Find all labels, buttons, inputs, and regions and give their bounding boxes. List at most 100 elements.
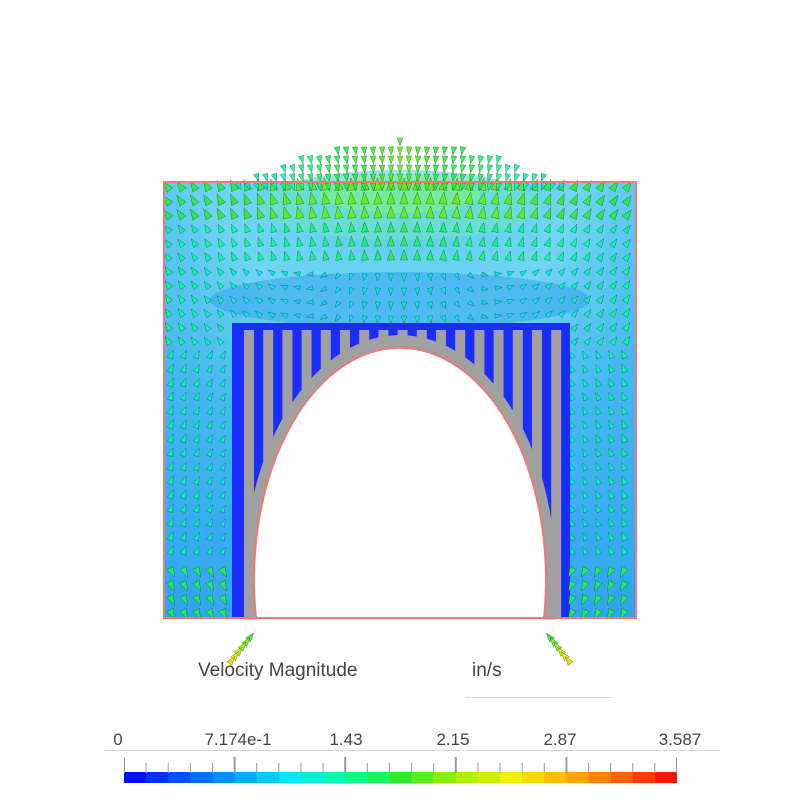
plume-arrow [423, 155, 431, 165]
plume-arrow [423, 146, 431, 156]
plume-arrow [360, 155, 368, 165]
plume-arrow [414, 146, 422, 156]
colorbar-band [500, 772, 523, 783]
plume-arrow [297, 164, 304, 174]
colorbar-band [544, 772, 567, 783]
plume-arrow [514, 172, 521, 183]
colorbar-band [323, 772, 346, 783]
plume-arrow [459, 155, 467, 165]
plume-arrow [487, 155, 494, 165]
plume-arrow [459, 164, 467, 174]
plume-arrow [514, 163, 521, 174]
colorbar-tick-label: 3.587 [658, 730, 702, 749]
colorbar-band [522, 772, 545, 783]
plume-arrow [360, 146, 368, 156]
plume-arrow [405, 155, 413, 165]
plume-arrow [432, 155, 440, 165]
colorbar-tick-label: 0 [113, 730, 123, 749]
plume-arrow [315, 164, 322, 174]
plume-arrow [351, 164, 359, 174]
colorbar-band [566, 772, 590, 783]
plume-arrow [288, 173, 295, 183]
legend-units: in/s [472, 660, 502, 681]
plume-arrow [459, 146, 467, 156]
colorbar-band [433, 772, 457, 783]
plume-arrow [315, 155, 322, 165]
plume-arrow [253, 172, 260, 183]
colorbar-band [477, 772, 501, 783]
plume-arrow [478, 164, 485, 174]
plume-arrow [468, 164, 476, 174]
plume-arrow [333, 164, 341, 174]
plume-arrow [378, 155, 386, 165]
colorbar-band [367, 772, 390, 783]
plume-arrow [450, 164, 458, 174]
colorbar-band [389, 772, 413, 783]
plume-arrow [270, 172, 277, 183]
plume-arrow [279, 172, 286, 183]
plume-arrow [441, 146, 449, 156]
colorbar-band [234, 772, 258, 783]
plume-arrow [540, 172, 547, 183]
colorbar-band [345, 772, 368, 783]
colorbar-tick-label: 1.43 [329, 730, 363, 749]
inlet-jet-arrow [564, 656, 574, 666]
plume-arrow [396, 155, 404, 165]
colorbar-band [300, 772, 324, 783]
colorbar-tick-label: 2.87 [543, 730, 577, 749]
colorbar-band [411, 772, 435, 783]
legend-title: Velocity Magnitude [198, 660, 358, 681]
plume-arrow [496, 164, 503, 174]
colorbar-band [632, 772, 656, 783]
plume-arrow [523, 172, 530, 183]
plume-arrow [450, 155, 458, 165]
plume-arrow [405, 146, 413, 156]
plume-arrow [414, 155, 422, 165]
plume-arrow [468, 155, 476, 165]
plume-arrow [262, 172, 268, 183]
plume-arrow [306, 155, 313, 165]
colorbar-band [212, 772, 236, 783]
plume-arrow [324, 164, 332, 174]
colorbar-band [168, 772, 191, 783]
units-rule [465, 697, 611, 698]
plume-arrow [478, 155, 485, 165]
plume-arrow [333, 155, 341, 165]
plume-arrow [396, 146, 404, 156]
plume-arrow [369, 155, 377, 165]
plume-arrow [342, 164, 350, 174]
colorbar-band [146, 772, 169, 783]
colorbar-band [124, 772, 147, 783]
plume-arrow [324, 155, 332, 165]
colorbar [124, 772, 677, 783]
colorbar-band [190, 772, 213, 783]
colorbar-tick-label: 7.174e-1 [204, 730, 272, 749]
plume-arrow [496, 155, 503, 165]
colorbar-band [256, 772, 280, 783]
plume-arrow [378, 146, 386, 156]
plume-arrow [288, 164, 295, 174]
plume-arrow [387, 155, 395, 165]
colorbar-band [654, 772, 677, 783]
tick-rule [104, 750, 720, 751]
colorbar-tick-label: 2.15 [436, 730, 470, 749]
plume-arrow [333, 146, 341, 156]
plume-arrow [396, 137, 404, 147]
plume-arrow [351, 155, 359, 165]
plume-arrow [450, 146, 458, 156]
plume-arrow [505, 164, 512, 174]
plume-arrow [342, 146, 350, 156]
plume-arrow [432, 146, 440, 156]
plume-arrow [487, 164, 494, 174]
plume-arrow [441, 155, 449, 165]
plume-arrow [297, 155, 304, 165]
plume-arrow [441, 164, 449, 174]
plume-arrow [387, 146, 395, 156]
colorbar-band [610, 772, 634, 783]
cfd-velocity-visualization [162, 137, 637, 666]
colorbar-ticks [124, 757, 677, 773]
plume-arrow [306, 164, 313, 174]
plume-arrow [342, 155, 350, 165]
plume-arrow [351, 146, 359, 156]
colorbar-band [588, 772, 612, 783]
